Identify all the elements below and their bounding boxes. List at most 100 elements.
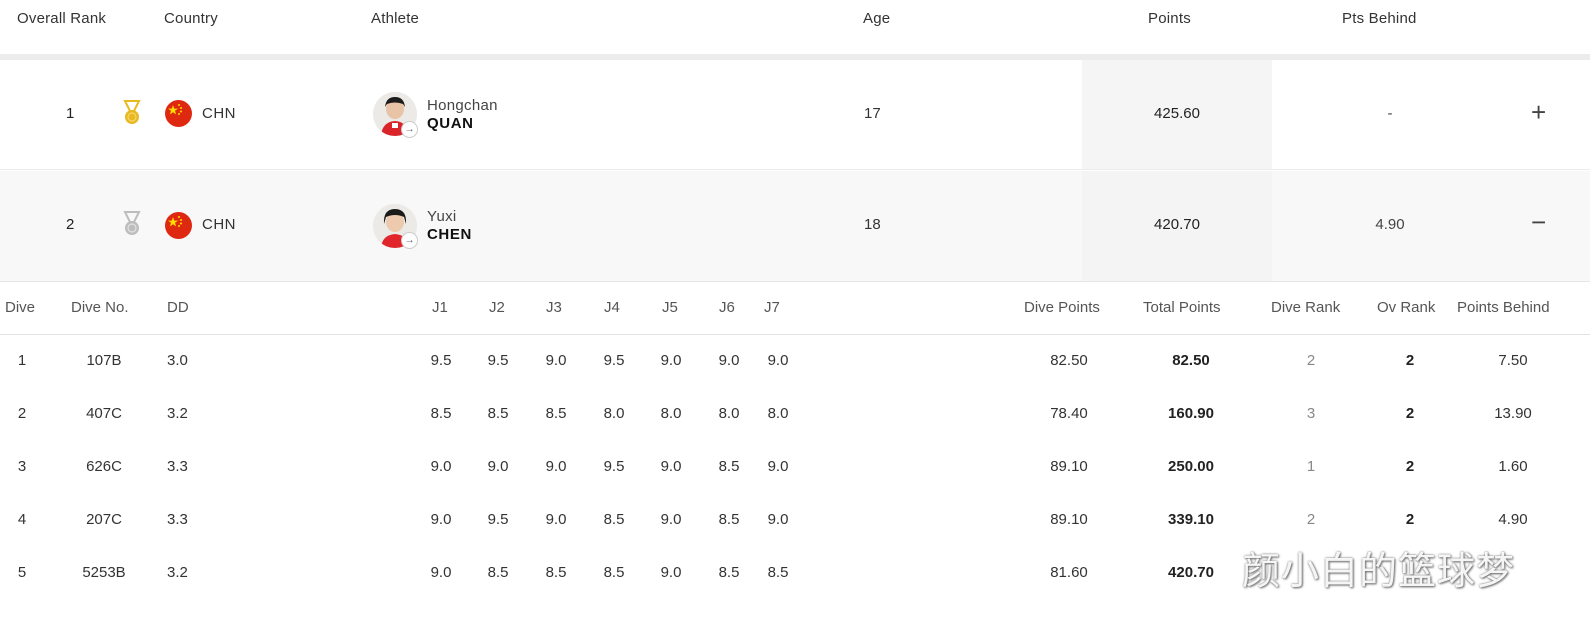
col-athlete[interactable]: Athlete <box>371 10 419 27</box>
dive-points: 89.10 <box>1050 511 1088 528</box>
judge-score-j7: 8.5 <box>767 564 789 581</box>
dive-col-j6: J6 <box>719 299 735 316</box>
judge-score-j5: 9.0 <box>660 352 682 369</box>
points-behind: 1.60 <box>1498 458 1528 475</box>
dive-col-j4: J4 <box>604 299 620 316</box>
total-points: 250.00 <box>1168 458 1214 475</box>
dive-col-j2: J2 <box>489 299 505 316</box>
col-age[interactable]: Age <box>863 10 890 27</box>
athlete-first-name[interactable]: Yuxi <box>427 208 457 225</box>
dive-points: 78.40 <box>1050 405 1088 422</box>
overall-rank: 1 <box>66 105 75 122</box>
dive-points: 81.60 <box>1050 564 1088 581</box>
athlete-last-name[interactable]: QUAN <box>427 115 474 132</box>
ov-rank: 2 <box>1405 458 1415 475</box>
col-points[interactable]: Points <box>1148 10 1191 27</box>
judge-score-j3: 9.0 <box>545 511 567 528</box>
china-flag-icon <box>165 212 192 239</box>
judge-score-j2: 8.5 <box>487 564 509 581</box>
judge-score-j2: 9.5 <box>487 511 509 528</box>
col-overall-rank[interactable]: Overall Rank <box>17 10 106 27</box>
dive-header-divider <box>0 334 1590 335</box>
judge-score-j6: 8.5 <box>718 511 740 528</box>
dive-number: 1 <box>17 352 27 369</box>
country-code: CHN <box>202 105 236 122</box>
judge-score-j4: 8.0 <box>603 405 625 422</box>
dive-col-dive-no: Dive No. <box>71 299 129 316</box>
expand-plus-icon[interactable]: + <box>1531 97 1546 128</box>
dive-col-total-points: Total Points <box>1143 299 1221 316</box>
col-country[interactable]: Country <box>164 10 218 27</box>
judge-score-j1: 9.0 <box>430 564 452 581</box>
judge-score-j2: 9.5 <box>487 352 509 369</box>
judge-score-j7: 9.0 <box>767 458 789 475</box>
dive-dd: 3.2 <box>167 564 188 581</box>
judge-score-j1: 9.0 <box>430 458 452 475</box>
athlete-row[interactable]: 1 CHN → Hongchan QUAN 17 425.60 - + <box>0 60 1590 170</box>
athlete-first-name[interactable]: Hongchan <box>427 97 498 114</box>
judge-score-j3: 9.0 <box>545 352 567 369</box>
judge-score-j5: 8.0 <box>660 405 682 422</box>
total-points: 420.70 <box>1168 564 1214 581</box>
judge-score-j4: 8.5 <box>603 564 625 581</box>
athlete-points: 425.60 <box>1154 105 1200 122</box>
judge-score-j6: 8.5 <box>718 564 740 581</box>
athlete-pts-behind: - <box>1387 105 1393 122</box>
dive-rank: 1 <box>1306 458 1316 475</box>
dive-code: 407C <box>86 405 122 422</box>
judge-score-j3: 8.5 <box>545 564 567 581</box>
judge-score-j5: 9.0 <box>660 511 682 528</box>
dive-code: 107B <box>86 352 122 369</box>
col-pts-behind[interactable]: Pts Behind <box>1342 10 1417 27</box>
results-header: Overall Rank Country Athlete Age Points … <box>0 0 1590 54</box>
dive-col-dd: DD <box>167 299 189 316</box>
judge-score-j7: 9.0 <box>767 511 789 528</box>
points-behind: 7.50 <box>1498 352 1528 369</box>
arrow-right-icon[interactable]: → <box>401 232 418 249</box>
dive-number: 2 <box>17 405 27 422</box>
ov-rank: 2 <box>1405 511 1415 528</box>
arrow-right-icon[interactable]: → <box>401 121 418 138</box>
dive-col-points-behind: Points Behind <box>1457 299 1550 316</box>
dive-col-dive-points: Dive Points <box>1024 299 1100 316</box>
judge-score-j1: 9.0 <box>430 511 452 528</box>
athlete-last-name[interactable]: CHEN <box>427 226 472 243</box>
points-behind: 4.90 <box>1498 511 1528 528</box>
dive-number: 4 <box>17 511 27 528</box>
judge-score-j4: 9.5 <box>603 458 625 475</box>
dive-col-j1: J1 <box>432 299 448 316</box>
judge-score-j1: 8.5 <box>430 405 452 422</box>
judge-score-j2: 9.0 <box>487 458 509 475</box>
overall-rank: 2 <box>66 216 75 233</box>
judge-score-j5: 9.0 <box>660 458 682 475</box>
judge-score-j3: 8.5 <box>545 405 567 422</box>
gold-medal-icon <box>121 100 143 126</box>
judge-score-j6: 8.5 <box>718 458 740 475</box>
dive-col-ov-rank: Ov Rank <box>1377 299 1436 316</box>
ov-rank: 2 <box>1405 405 1415 422</box>
judge-score-j4: 8.5 <box>603 511 625 528</box>
total-points: 339.10 <box>1168 511 1214 528</box>
dive-rank: 2 <box>1306 352 1316 369</box>
dive-code: 626C <box>86 458 122 475</box>
athlete-points: 420.70 <box>1154 216 1200 233</box>
athlete-row[interactable]: 2 CHN → Yuxi CHEN 18 420.70 4.90 − <box>0 171 1590 282</box>
dive-points: 89.10 <box>1050 458 1088 475</box>
judge-score-j2: 8.5 <box>487 405 509 422</box>
dive-rank: 3 <box>1306 405 1316 422</box>
dive-dd: 3.3 <box>167 511 188 528</box>
dive-points: 82.50 <box>1050 352 1088 369</box>
judge-score-j3: 9.0 <box>545 458 567 475</box>
collapse-minus-icon[interactable]: − <box>1531 207 1546 238</box>
china-flag-icon <box>165 100 192 127</box>
judge-score-j6: 8.0 <box>718 405 740 422</box>
dive-col-dive: Dive <box>5 299 36 316</box>
dive-number: 5 <box>17 564 27 581</box>
judge-score-j5: 9.0 <box>660 564 682 581</box>
dive-dd: 3.0 <box>167 352 188 369</box>
dive-code: 207C <box>86 511 122 528</box>
athlete-pts-behind: 4.90 <box>1375 216 1405 233</box>
athlete-age: 18 <box>864 216 881 233</box>
total-points: 82.50 <box>1172 352 1210 369</box>
dive-rank: 2 <box>1306 511 1316 528</box>
